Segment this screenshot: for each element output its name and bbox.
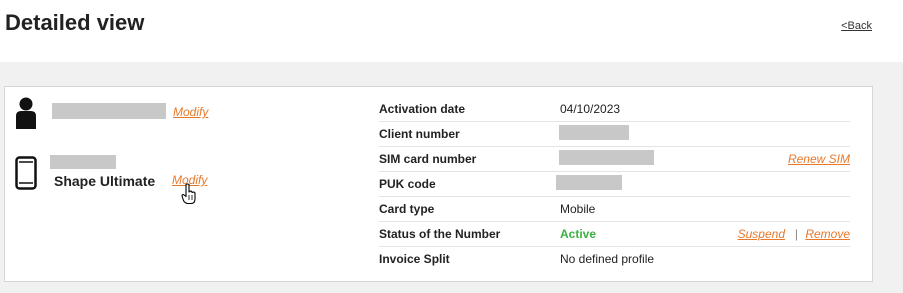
- redacted-sim-card-number: [559, 150, 654, 165]
- detail-card: Modify Shape Ultimate Modify Activation …: [4, 86, 873, 282]
- page-header: Detailed view <Back: [0, 0, 903, 62]
- status-badge: Active: [560, 227, 597, 241]
- invoice-split-value: No defined profile: [560, 252, 655, 266]
- row-invoice-split: Invoice Split No defined profile: [379, 247, 850, 271]
- hand-pointer-cursor: [181, 183, 197, 205]
- details-table: Activation date 04/10/2023 Client number…: [379, 97, 850, 271]
- activation-date-value: 04/10/2023: [560, 102, 621, 116]
- back-link[interactable]: <Back: [841, 20, 872, 32]
- status-label: Status of the Number: [379, 227, 501, 241]
- user-icon: [15, 97, 37, 129]
- redacted-user-name: [52, 103, 166, 119]
- suspend-link[interactable]: Suspend: [738, 227, 785, 241]
- redacted-client-number: [559, 125, 629, 140]
- invoice-split-label: Invoice Split: [379, 252, 450, 266]
- client-number-label: Client number: [379, 127, 460, 141]
- redacted-puk-code: [556, 175, 622, 190]
- sim-card-number-label: SIM card number: [379, 152, 477, 166]
- renew-sim-link[interactable]: Renew SIM: [788, 152, 850, 166]
- user-modify-link[interactable]: Modify: [173, 105, 208, 119]
- row-status: Status of the Number Active Suspend | Re…: [379, 222, 850, 247]
- activation-date-label: Activation date: [379, 102, 466, 116]
- row-card-type: Card type Mobile: [379, 197, 850, 222]
- card-type-label: Card type: [379, 202, 435, 216]
- device-name: Shape Ultimate: [54, 173, 156, 189]
- remove-link[interactable]: Remove: [805, 227, 850, 241]
- row-sim-card-number: SIM card number Renew SIM: [379, 147, 850, 172]
- puk-code-label: PUK code: [379, 177, 436, 191]
- smartphone-icon: [15, 156, 37, 190]
- page-title: Detailed view: [5, 10, 145, 35]
- card-type-value: Mobile: [560, 202, 596, 216]
- redacted-device-label: [50, 155, 116, 169]
- row-puk-code: PUK code: [379, 172, 850, 197]
- row-activation-date: Activation date 04/10/2023: [379, 97, 850, 122]
- action-separator: |: [794, 227, 798, 241]
- row-client-number: Client number: [379, 122, 850, 147]
